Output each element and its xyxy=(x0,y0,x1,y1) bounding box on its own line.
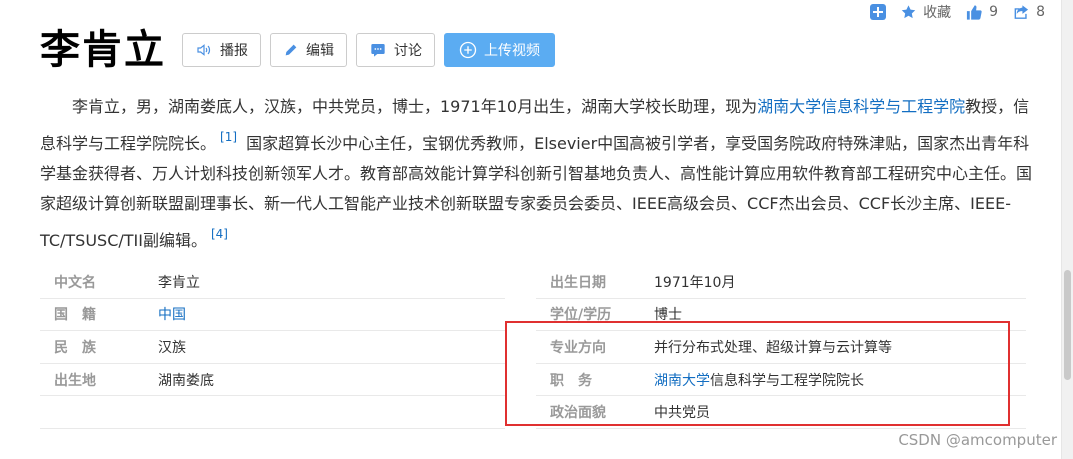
favorite-button[interactable]: 收藏 xyxy=(900,2,951,22)
vertical-scrollbar[interactable] xyxy=(1061,0,1073,459)
info-value: 汉族 xyxy=(158,339,186,356)
watermark: CSDN @amcomputer xyxy=(898,431,1057,449)
speaker-icon xyxy=(197,44,211,56)
summary-text-1: 李肯立，男，湖南娄底人，汉族，中共党员，博士，1971年10月出生，湖南大学校长… xyxy=(72,97,758,116)
info-value: 湖南娄底 xyxy=(158,372,214,389)
info-row-empty xyxy=(40,396,505,429)
info-key: 国 籍 xyxy=(54,307,96,324)
share-icon xyxy=(1014,4,1029,19)
upload-video-button[interactable]: 上传视频 xyxy=(444,33,555,67)
like-count: 9 xyxy=(989,4,999,20)
reference-1-link[interactable]: [1] xyxy=(220,130,237,144)
summary-paragraph: 李肯立，男，湖南娄底人，汉族，中共党员，博士，1971年10月出生，湖南大学校长… xyxy=(40,92,1035,256)
red-highlight-box xyxy=(505,321,1010,426)
plus-circle-icon xyxy=(459,41,477,59)
info-value: 1971年10月 xyxy=(654,274,736,291)
header: 李肯立 播报 编辑 讨论 上传视频 xyxy=(40,22,564,78)
edit-button[interactable]: 编辑 xyxy=(270,33,347,67)
info-key: 出生日期 xyxy=(550,274,606,291)
like-button[interactable]: 9 xyxy=(965,4,998,21)
scrollbar-thumb[interactable] xyxy=(1064,270,1071,380)
info-row-nationality: 国 籍 中国 xyxy=(40,299,505,332)
china-link[interactable]: 中国 xyxy=(158,307,186,323)
upload-video-label: 上传视频 xyxy=(484,43,540,59)
info-row-birthplace: 出生地 湖南娄底 xyxy=(40,364,505,397)
page-title: 李肯立 xyxy=(40,27,166,73)
info-row-birth-date: 出生日期 1971年10月 xyxy=(536,266,1026,299)
reference-4-link[interactable]: [4] xyxy=(211,227,228,241)
share-button[interactable]: 8 xyxy=(1012,4,1045,21)
pencil-icon xyxy=(285,44,297,56)
edit-label: 编辑 xyxy=(306,43,334,59)
info-row-chinese-name: 中文名 李肯立 xyxy=(40,266,505,299)
broadcast-button[interactable]: 播报 xyxy=(182,33,261,67)
info-key: 民 族 xyxy=(54,339,96,356)
info-value: 李肯立 xyxy=(158,274,200,291)
info-row-ethnicity: 民 族 汉族 xyxy=(40,331,505,364)
top-actions-bar: 收藏 9 8 xyxy=(870,0,1045,24)
info-key: 中文名 xyxy=(54,274,96,291)
info-key: 出生地 xyxy=(54,372,96,389)
add-button[interactable] xyxy=(870,4,887,20)
star-icon xyxy=(901,5,916,19)
broadcast-label: 播报 xyxy=(220,43,248,59)
thumbs-up-icon xyxy=(967,4,982,20)
discuss-label: 讨论 xyxy=(394,43,422,59)
share-count: 8 xyxy=(1036,4,1045,20)
hnu-college-link[interactable]: 湖南大学信息科学与工程学院 xyxy=(757,97,965,116)
chat-icon xyxy=(371,44,385,57)
plus-square-icon xyxy=(870,4,887,20)
discuss-button[interactable]: 讨论 xyxy=(356,33,435,67)
basic-info-left-column: 中文名 李肯立 国 籍 中国 民 族 汉族 出生地 湖南娄底 xyxy=(40,266,505,429)
favorite-label: 收藏 xyxy=(923,5,952,21)
